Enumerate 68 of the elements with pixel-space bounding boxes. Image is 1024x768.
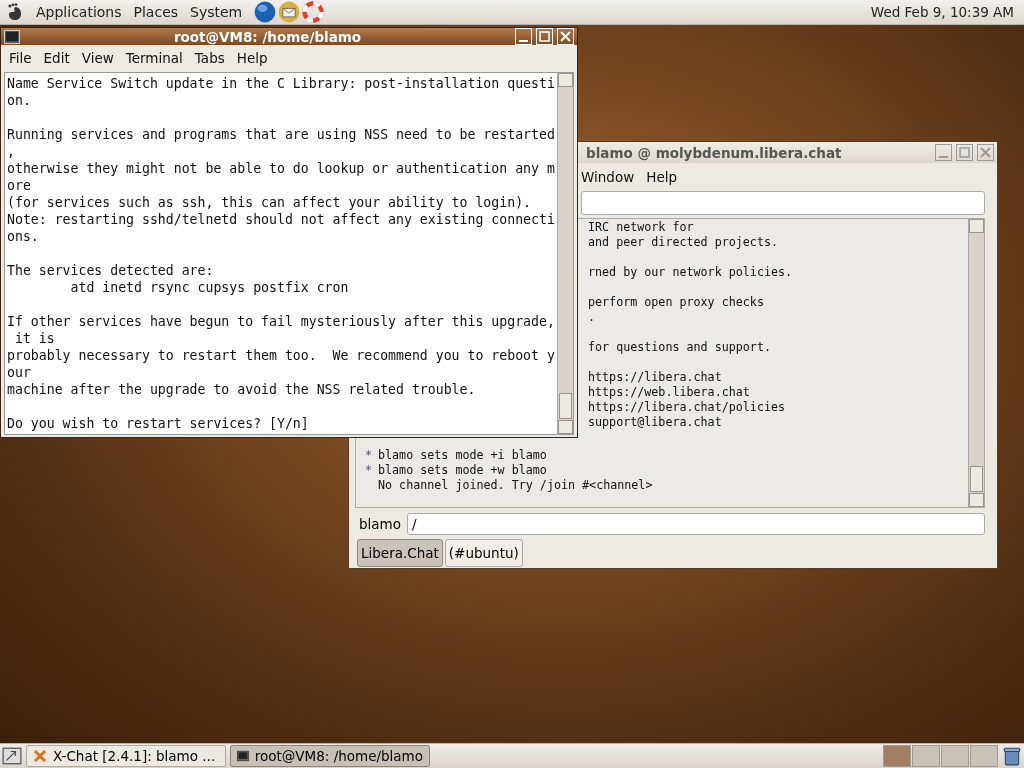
menu-item[interactable]: Help xyxy=(640,167,683,187)
window-title: blamo @ molybdenum.libera.chat xyxy=(585,144,843,161)
scrollbar[interactable] xyxy=(968,219,984,507)
terminal-line: Do you wish to restart services? [Y/n] xyxy=(7,415,310,432)
terminal-line: Name Service Switch update in the C Library: post-installation questi xyxy=(7,75,555,92)
menu-item[interactable]: File xyxy=(3,48,38,68)
taskbar-button[interactable]: X-Chat [2.4.1]: blamo ... xyxy=(26,745,226,767)
nick-label[interactable]: blamo xyxy=(359,516,401,532)
workspace-cell[interactable] xyxy=(970,745,998,767)
terminal-line: ons. xyxy=(7,228,40,245)
chat-line: https://libera.chat/policies xyxy=(588,400,787,415)
menu-item[interactable]: Edit xyxy=(37,48,76,68)
x-icon xyxy=(33,749,47,763)
chat-line: perform open proxy checks xyxy=(588,295,765,310)
chat-line: https://libera.chat xyxy=(588,370,723,385)
message-marker: * xyxy=(363,448,373,463)
chat-line: support@libera.chat xyxy=(588,415,723,430)
show-desktop-icon[interactable] xyxy=(2,746,22,766)
terminal-line: The services detected are: xyxy=(7,262,215,279)
terminal-line: on. xyxy=(7,92,32,109)
scrollbar[interactable] xyxy=(557,73,573,434)
workspace-cell[interactable] xyxy=(883,745,911,767)
lifebuoy-icon[interactable] xyxy=(302,1,325,23)
panel-menu[interactable]: Applications xyxy=(36,4,122,20)
terminal-line: If other services have begun to fail mysteriously after this upgrade, xyxy=(7,313,555,330)
terminal-line: Note: restarting sshd/telnetd should not affect any existing connecti xyxy=(7,211,555,228)
envelope-icon[interactable] xyxy=(278,1,301,23)
menu-item[interactable]: Help xyxy=(230,48,274,68)
channel-tab[interactable]: (#ubuntu) xyxy=(444,539,523,567)
chat-line: rned by our network policies. xyxy=(588,265,794,280)
menu-item[interactable]: View xyxy=(75,48,120,68)
terminal-line: machine after the upgrade to avoid the NSS related trouble. xyxy=(7,381,477,398)
chat-line: blamo sets mode +w blamo xyxy=(378,463,547,478)
terminal-icon[interactable] xyxy=(4,29,20,44)
topic-field[interactable] xyxy=(581,191,985,215)
trash-icon[interactable] xyxy=(1002,746,1022,766)
chat-line: for questions and support. xyxy=(588,340,772,355)
chat-line: IRC network for xyxy=(588,220,695,235)
terminal-line: ore xyxy=(7,177,32,194)
chat-line: . xyxy=(588,310,597,325)
message-marker: * xyxy=(363,463,373,478)
input-field[interactable]: / xyxy=(407,513,985,535)
panel-menu[interactable]: Places xyxy=(133,4,179,20)
panel-menu[interactable]: System xyxy=(190,4,243,20)
menu-item[interactable]: Tabs xyxy=(188,48,231,68)
channel-tab[interactable]: Libera.Chat xyxy=(357,539,443,567)
chat-line: and peer directed projects. xyxy=(588,235,779,250)
chat-line: No channel joined. Try /join #<channel> xyxy=(378,478,653,493)
terminal-icon xyxy=(237,749,249,763)
chat-line: https://web.libera.chat xyxy=(588,385,751,400)
chat-line: blamo sets mode +i blamo xyxy=(378,448,547,463)
workspace-cell[interactable] xyxy=(912,745,940,767)
terminal-line: atd inetd rsync cupsys postfix cron xyxy=(69,279,350,296)
terminal-line: probably necessary to restart them too. We recommend you to reboot y xyxy=(7,347,555,364)
clock[interactable]: Wed Feb 9, 10:39 AM xyxy=(870,4,1018,20)
menu-item[interactable]: Terminal xyxy=(119,48,189,68)
menu-item[interactable]: Window xyxy=(575,167,641,187)
terminal-line: (for services such as ssh, this can affect your ability to login). xyxy=(7,194,532,211)
foot-icon[interactable] xyxy=(6,3,24,21)
terminal-line: Running services and programs that are using NSS need to be restarted xyxy=(7,126,555,143)
terminal-line: otherwise they might not be able to do lookup or authentication any m xyxy=(7,160,555,177)
window-title: root@VM8: /home/blamo xyxy=(172,28,363,45)
terminal-line: it is xyxy=(13,330,56,347)
terminal-line: our xyxy=(7,364,32,381)
terminal-line: , xyxy=(7,143,16,160)
globe-icon[interactable] xyxy=(254,1,277,23)
workspace-cell[interactable] xyxy=(941,745,969,767)
taskbar-button[interactable]: root@VM8: /home/blamo xyxy=(230,745,430,767)
